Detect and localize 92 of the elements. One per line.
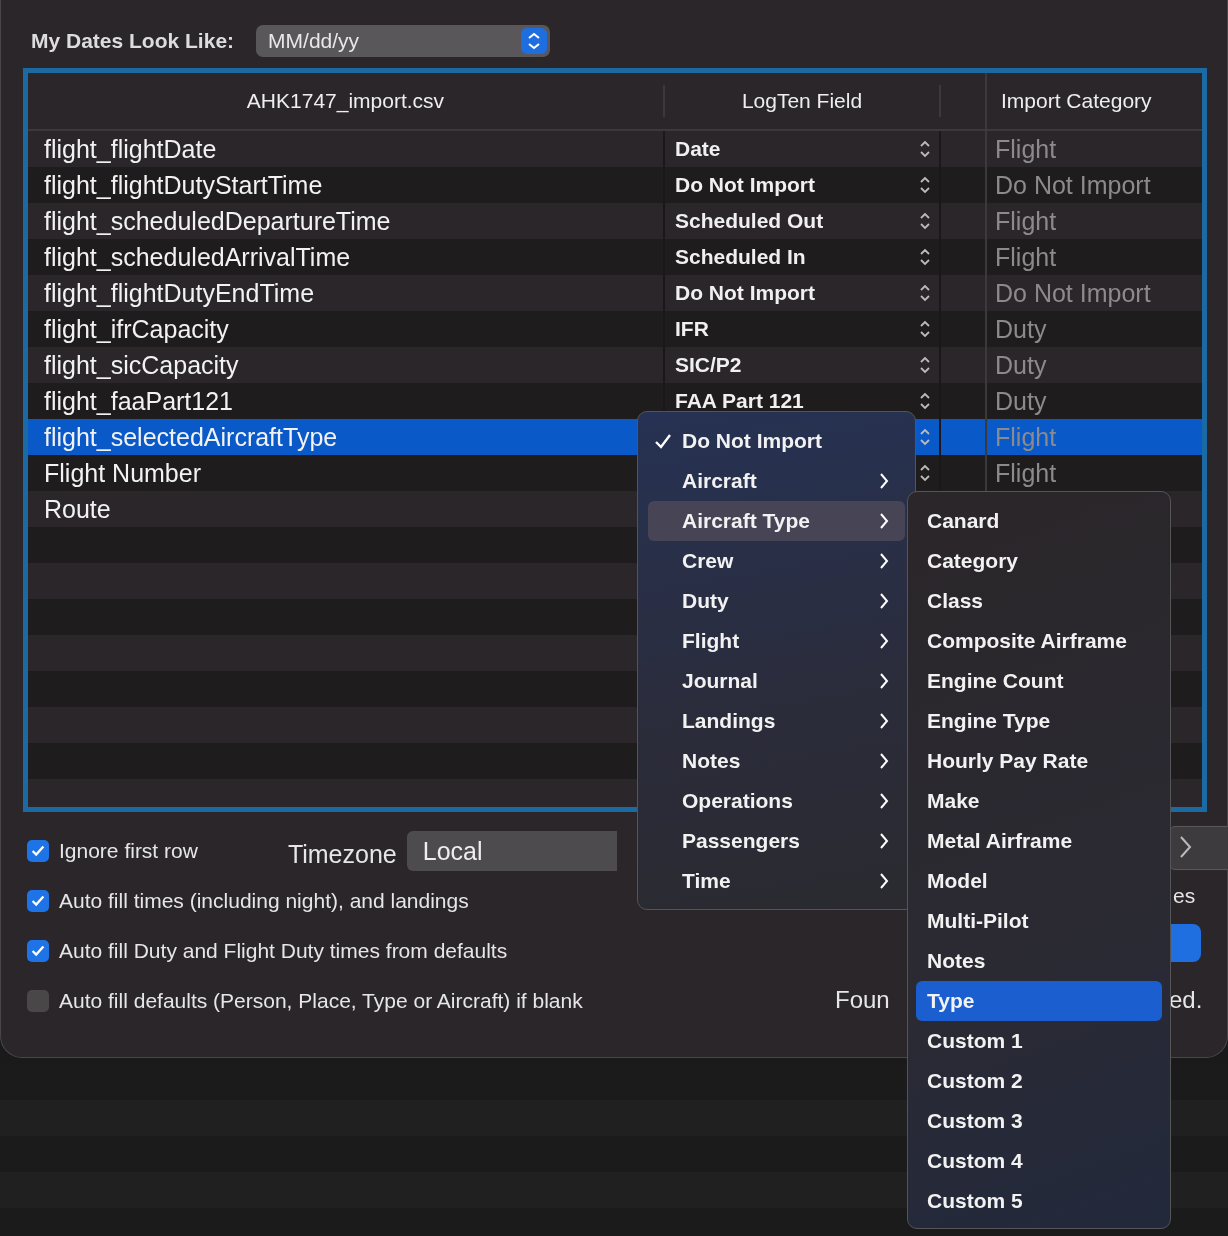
table-cell: Scheduled Out	[675, 209, 824, 233]
stepper-icon[interactable]	[919, 392, 931, 410]
menu-item[interactable]: Hourly Pay Rate	[916, 741, 1162, 781]
stepper-icon[interactable]	[919, 176, 931, 194]
menu-item[interactable]: Custom 3	[916, 1101, 1162, 1141]
menu-item[interactable]: Flight	[648, 621, 905, 661]
chevron-icon	[879, 872, 889, 890]
table-row[interactable]: flight_flightDutyStartTime Do Not Import Do Not Import	[28, 167, 1202, 203]
stepper-icon[interactable]	[919, 212, 931, 230]
checkbox[interactable]	[27, 990, 49, 1012]
menu-item[interactable]: Make	[916, 781, 1162, 821]
timezone-label: Timezone	[287, 839, 397, 869]
menu-item[interactable]: Custom 1	[916, 1021, 1162, 1061]
menu-item[interactable]: Multi-Pilot	[916, 901, 1162, 941]
chevron-icon	[879, 512, 889, 530]
menu-item[interactable]: Journal	[648, 661, 905, 701]
next-button[interactable]	[1169, 826, 1228, 870]
menu-item[interactable]: Custom 2	[916, 1061, 1162, 1101]
menu-item[interactable]: Time	[648, 861, 905, 901]
checkbox[interactable]	[27, 840, 49, 862]
stepper-icon[interactable]	[919, 284, 931, 302]
chevron-icon	[879, 552, 889, 570]
table-cell: Flight	[995, 206, 1057, 235]
menu-item[interactable]: Custom 5	[916, 1181, 1162, 1221]
menu-item[interactable]: Model	[916, 861, 1162, 901]
checkbox-label: Auto fill Duty and Flight Duty times from defaults	[59, 939, 508, 963]
table-cell: IFR	[675, 317, 709, 341]
table-cell: SIC/P2	[675, 353, 742, 377]
menu-item[interactable]: Category	[916, 541, 1162, 581]
table-cell: FAA Part 121	[675, 389, 804, 413]
menu-item[interactable]: Duty	[648, 581, 905, 621]
checkbox-label: Auto fill times (including night), and landings	[59, 889, 469, 913]
menu-item[interactable]: Operations	[648, 781, 905, 821]
stepper-icon[interactable]	[919, 464, 931, 482]
column-header[interactable]: LogTen Field	[665, 85, 941, 117]
table-cell: Do Not Import	[675, 173, 815, 197]
menu-item[interactable]: Custom 4	[916, 1141, 1162, 1181]
chevron-icon	[879, 472, 889, 490]
partial-text: Foun	[835, 986, 890, 1014]
partial-text: es	[1173, 884, 1196, 908]
menu-item[interactable]: Metal Airframe	[916, 821, 1162, 861]
table-row[interactable]: flight_ifrCapacity IFR Duty	[28, 311, 1202, 347]
table-row[interactable]: flight_faaPart121 FAA Part 121 Duty	[28, 383, 1202, 419]
menu-item[interactable]: Notes	[648, 741, 905, 781]
chevron-icon	[1178, 834, 1192, 859]
stepper-icon[interactable]	[919, 320, 931, 338]
chevron-icon	[879, 752, 889, 770]
checkmark-icon	[654, 432, 672, 450]
checkbox-label: Auto fill defaults (Person, Place, Type or Aircraft) if blank	[59, 989, 583, 1013]
chevron-icon	[879, 672, 889, 690]
menu-item[interactable]: Engine Type	[916, 701, 1162, 741]
menu-item[interactable]: Crew	[648, 541, 905, 581]
chevron-icon	[879, 632, 889, 650]
timezone-dropdown[interactable]: Local	[406, 831, 617, 871]
action-button[interactable]	[1171, 924, 1201, 962]
table-cell: Flight	[995, 134, 1057, 163]
table-cell: Duty	[995, 350, 1047, 379]
checkbox[interactable]	[27, 890, 49, 912]
menu-item[interactable]: Engine Count	[916, 661, 1162, 701]
table-cell: Do Not Import	[995, 278, 1151, 307]
menu-item[interactable]: Notes	[916, 941, 1162, 981]
dates-label: My Dates Look Like:	[31, 29, 235, 53]
table-cell: Flight	[995, 458, 1057, 487]
stepper-icon[interactable]	[919, 140, 931, 158]
table-cell: Do Not Import	[675, 281, 815, 305]
chevron-icon	[879, 792, 889, 810]
menu-item[interactable]: Class	[916, 581, 1162, 621]
stepper-icon[interactable]	[919, 248, 931, 266]
menu-item[interactable]: Landings	[648, 701, 905, 741]
table-cell: Scheduled In	[675, 245, 806, 269]
table-cell: Duty	[995, 386, 1047, 415]
table-cell: Do Not Import	[995, 170, 1151, 199]
date-format-dropdown[interactable]: MM/dd/yy	[256, 25, 551, 57]
table-cell: Date	[675, 137, 721, 161]
menu-item[interactable]: Aircraft Type	[648, 501, 905, 541]
chevron-icon	[879, 832, 889, 850]
stepper-icon	[521, 28, 548, 54]
checkbox-label: Ignore first row	[59, 839, 198, 863]
table-row[interactable]: flight_scheduledArrivalTime Scheduled In Flight	[28, 239, 1202, 275]
menu-item[interactable]: Passengers	[648, 821, 905, 861]
column-header[interactable]: Import Category	[987, 85, 1202, 117]
table-cell: Duty	[995, 314, 1047, 343]
menu-item[interactable]: Composite Airframe	[916, 621, 1162, 661]
chevron-icon	[879, 712, 889, 730]
table-cell: Flight	[995, 422, 1057, 451]
menu-item[interactable]: Type	[916, 981, 1162, 1021]
checkbox[interactable]	[27, 940, 49, 962]
stepper-icon[interactable]	[919, 356, 931, 374]
partial-text: ed.	[1169, 986, 1203, 1014]
chevron-icon	[879, 592, 889, 610]
table-cell: Flight	[995, 242, 1057, 271]
column-header[interactable]: AHK1747_import.csv	[28, 85, 665, 117]
